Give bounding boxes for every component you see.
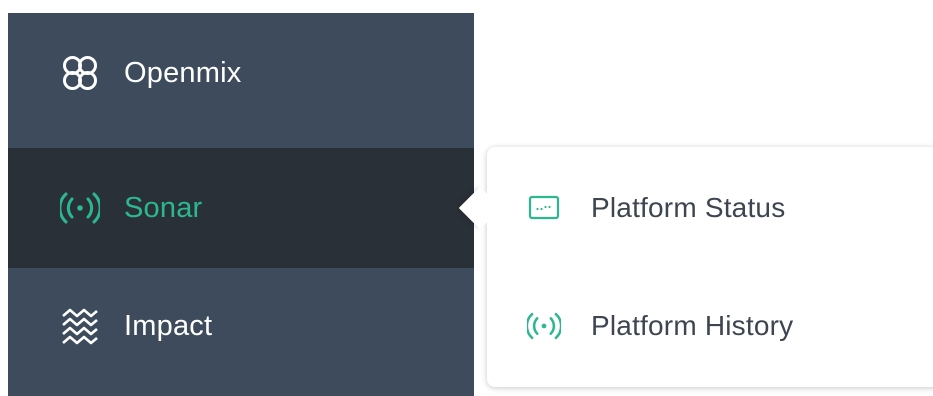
menu-item-label: Platform History xyxy=(591,310,794,341)
sidebar-item-openmix[interactable]: Openmix xyxy=(8,13,474,133)
platform-status-icon xyxy=(527,191,561,225)
menu-item-platform-history[interactable]: Platform History xyxy=(487,296,927,356)
openmix-icon xyxy=(60,53,100,93)
sidebar: Openmix Sonar Impact xyxy=(8,13,474,396)
sidebar-item-label: Impact xyxy=(124,309,213,342)
sidebar-item-sonar[interactable]: Sonar xyxy=(8,148,474,268)
sidebar-item-label: Openmix xyxy=(124,56,242,89)
sidebar-item-impact[interactable]: Impact xyxy=(8,266,474,386)
impact-icon xyxy=(60,306,100,346)
platform-history-icon xyxy=(527,309,561,343)
menu-item-platform-status[interactable]: Platform Status xyxy=(487,178,927,238)
sonar-icon xyxy=(60,188,100,228)
menu-item-label: Platform Status xyxy=(591,192,786,223)
sidebar-item-label: Sonar xyxy=(124,191,203,224)
